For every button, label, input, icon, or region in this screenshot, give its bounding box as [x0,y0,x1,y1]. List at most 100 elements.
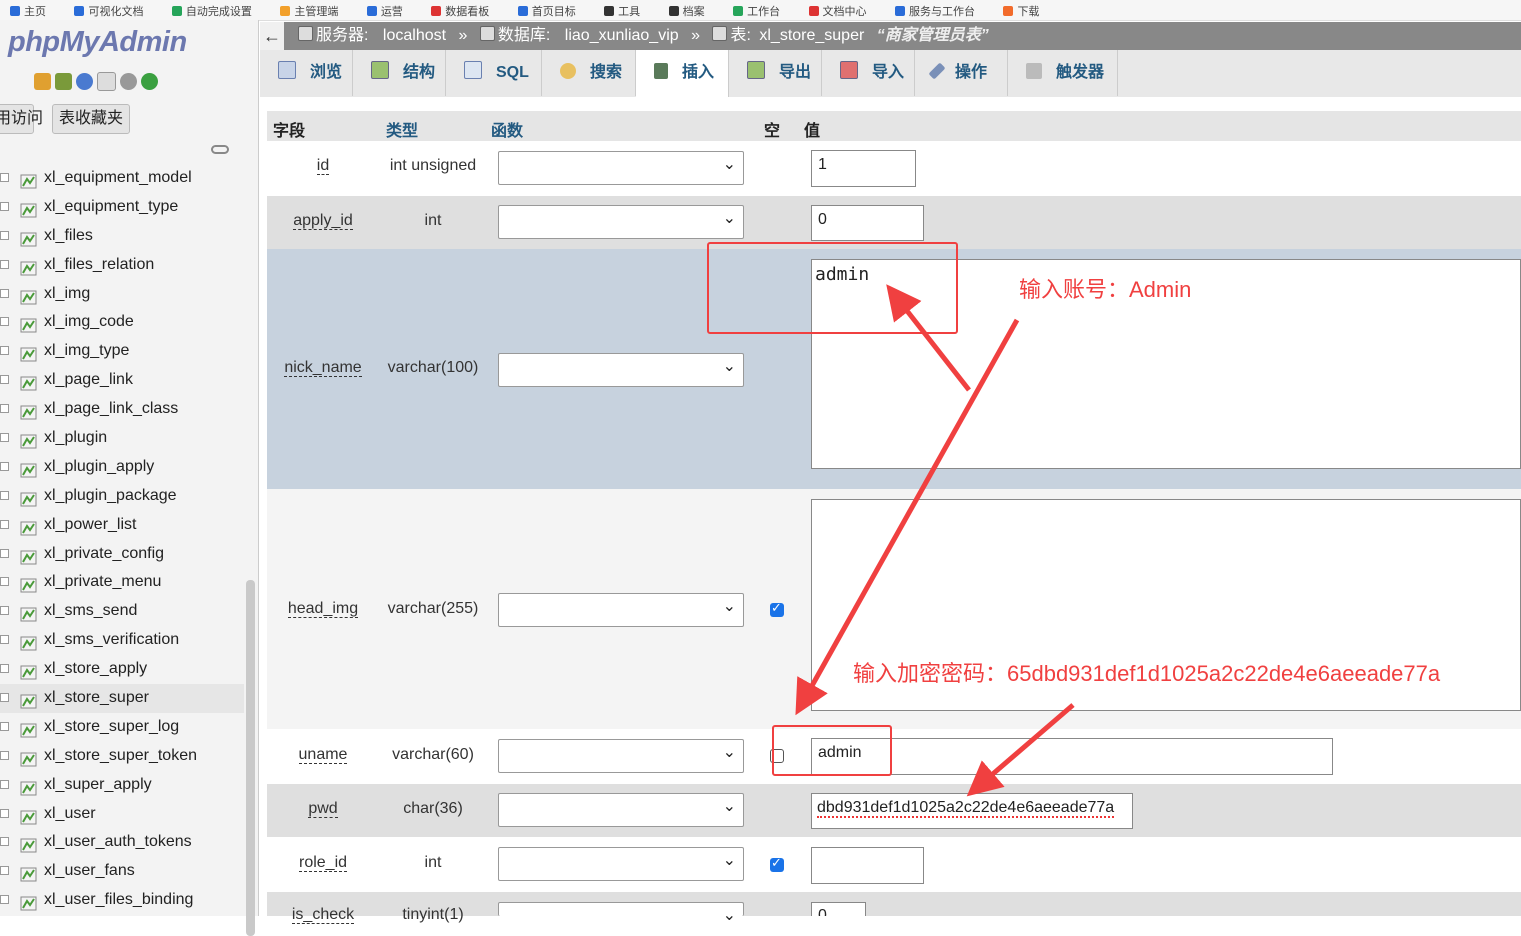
link-icon[interactable] [211,145,229,154]
expand-icon[interactable] [0,259,9,269]
table-structure-icon[interactable] [20,258,37,276]
table-structure-icon[interactable] [20,344,37,362]
bookmark[interactable]: 数据看板 [431,3,489,19]
expand-icon[interactable] [0,519,9,529]
expand-icon[interactable] [0,201,9,211]
sidebar-table-item[interactable]: xl_equipment_type [0,193,244,222]
sidebar-table-item[interactable]: xl_store_super [0,684,244,713]
tab-import[interactable]: 导入 [822,50,915,96]
bookmark[interactable]: 服务与工作台 [894,3,975,19]
table-structure-icon[interactable] [20,633,37,651]
expand-icon[interactable] [0,606,9,616]
function-select[interactable] [498,739,744,773]
expand-icon[interactable] [0,230,9,240]
table-structure-icon[interactable] [20,662,37,680]
bookmark[interactable]: 文档中心 [808,3,867,19]
function-select[interactable] [498,847,744,881]
expand-icon[interactable] [0,837,9,847]
breadcrumb-table[interactable]: xl_store_super [759,27,864,44]
tab-insert[interactable]: 插入 [636,50,729,98]
bookmark[interactable]: 可视化文档 [74,3,143,19]
expand-icon[interactable] [0,461,9,471]
phpmyadmin-logo[interactable]: phpMyAdmin [8,26,187,59]
table-structure-icon[interactable] [20,778,37,796]
home-icon[interactable] [34,73,51,90]
expand-icon[interactable] [0,866,9,876]
expand-icon[interactable] [0,577,9,587]
tab-export[interactable]: 导出 [729,50,822,96]
bookmark[interactable]: 首页目标 [517,3,576,19]
table-structure-icon[interactable] [20,893,37,911]
sidebar-table-item[interactable]: xl_sms_verification [0,626,244,655]
expand-icon[interactable] [0,664,9,674]
sidebar-table-item[interactable]: xl_super_apply [0,771,244,800]
function-select[interactable] [498,205,744,239]
expand-icon[interactable] [0,808,9,818]
tab-browse[interactable]: 浏览 [260,50,353,96]
table-structure-icon[interactable] [20,229,37,247]
bookmark[interactable]: 主管理端 [280,3,338,19]
tab-sql[interactable]: SQL [446,50,542,96]
expand-icon[interactable] [0,173,9,182]
sidebar-table-item[interactable]: xl_user_files_binding [0,886,244,915]
sidebar-table-item[interactable]: xl_user [0,800,244,829]
function-select[interactable] [498,793,744,827]
sidebar-table-item[interactable]: xl_sms_send [0,597,244,626]
sidebar-table-item[interactable]: xl_store_apply [0,655,244,684]
breadcrumb-db[interactable]: liao_xunliao_vip [565,27,679,44]
collapse-arrow-icon[interactable]: ← [260,22,284,50]
value-input-is-check[interactable]: 0 [811,902,866,916]
sidebar-table-item[interactable]: xl_equipment_model [0,164,244,193]
table-structure-icon[interactable] [20,835,37,853]
bookmark[interactable]: 主页 [10,3,46,19]
table-structure-icon[interactable] [20,402,37,420]
sidebar-table-item[interactable]: xl_plugin_apply [0,453,244,482]
expand-icon[interactable] [0,317,9,327]
sidebar-table-item[interactable]: xl_private_menu [0,568,244,597]
sidebar-table-item[interactable]: xl_img_code [0,308,244,337]
bookmark[interactable]: 运营 [366,3,403,19]
sidebar-table-item[interactable]: xl_plugin [0,424,244,453]
table-structure-icon[interactable] [20,604,37,622]
expand-icon[interactable] [0,490,9,500]
value-input-pwd[interactable]: dbd931def1d1025a2c22de4e6aeeade77a [811,793,1133,829]
sidebar-table-item[interactable]: xl_files_relation [0,251,244,280]
expand-icon[interactable] [0,721,9,731]
table-structure-icon[interactable] [20,691,37,709]
table-structure-icon[interactable] [20,373,37,391]
null-checkbox-head-img[interactable] [770,600,784,617]
sidebar-table-item[interactable]: xl_store_super_token [0,742,244,771]
tab-triggers[interactable]: 触发器 [1008,50,1118,96]
table-structure-icon[interactable] [20,431,37,449]
function-select[interactable] [498,902,744,925]
sidebar-table-item[interactable]: xl_page_link [0,366,244,395]
expand-icon[interactable] [0,750,9,760]
expand-icon[interactable] [0,635,9,645]
expand-icon[interactable] [0,548,9,558]
sidebar-table-item[interactable]: xl_page_link_class [0,395,244,424]
tab-search[interactable]: 搜索 [542,50,636,96]
function-select[interactable] [498,593,744,627]
value-input-id[interactable]: 1 [811,150,916,187]
table-structure-icon[interactable] [20,575,37,593]
sidebar-table-item[interactable]: xl_user_auth_tokens [0,828,244,857]
expand-icon[interactable] [0,375,9,385]
expand-icon[interactable] [0,404,9,414]
table-structure-icon[interactable] [20,315,37,333]
function-select[interactable] [498,353,744,387]
table-structure-icon[interactable] [20,864,37,882]
bookmark[interactable]: 工作台 [733,3,780,19]
help-icon[interactable] [76,73,93,90]
gear-icon[interactable] [120,73,137,90]
reload-icon[interactable] [141,73,158,90]
expand-icon[interactable] [0,693,9,703]
tab-operations[interactable]: 操作 [915,50,1008,96]
sidebar-table-item[interactable]: xl_img_type [0,337,244,366]
expand-icon[interactable] [0,779,9,789]
sidebar-table-item[interactable]: xl_power_list [0,511,244,540]
value-input-apply-id[interactable]: 0 [811,205,924,241]
function-select[interactable] [498,151,744,185]
expand-icon[interactable] [0,895,9,905]
sidebar-table-item[interactable]: xl_files [0,222,244,251]
bookmark[interactable]: 工具 [604,3,640,19]
